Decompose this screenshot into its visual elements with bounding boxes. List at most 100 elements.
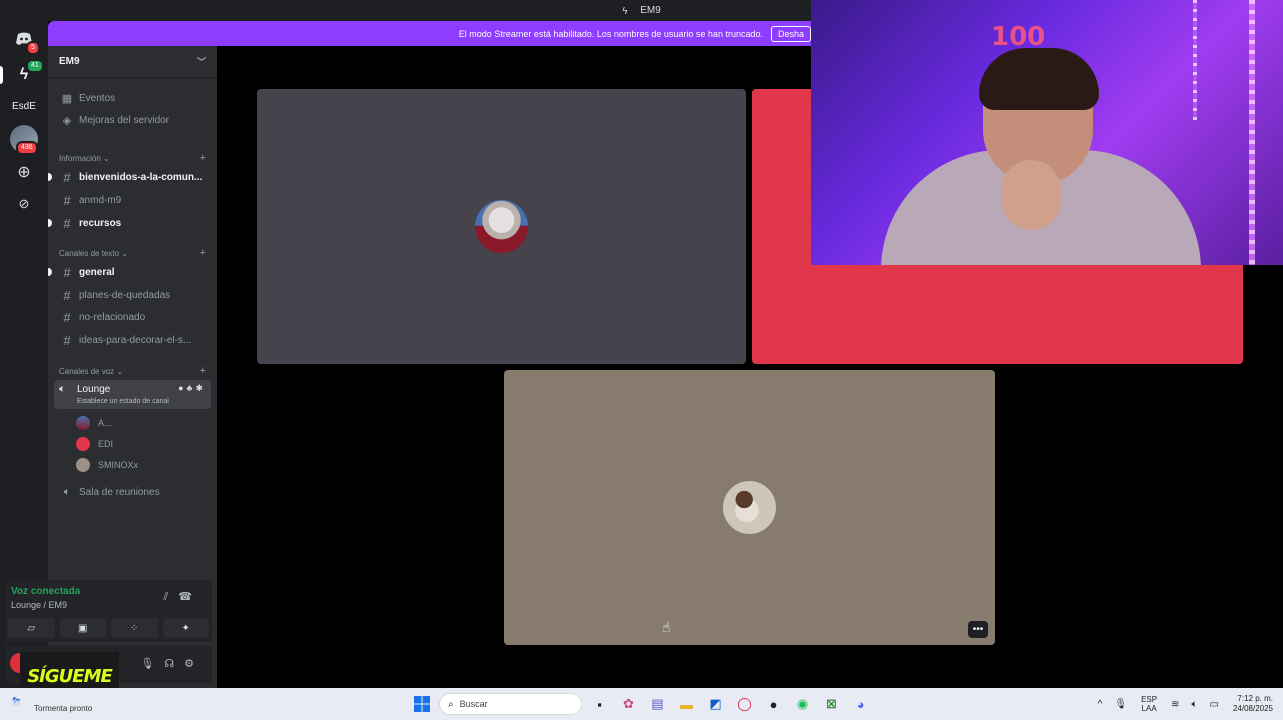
gear-icon[interactable]: ✱	[195, 383, 206, 393]
xbox-button[interactable]: ⊠	[820, 693, 843, 716]
voice-channel-status[interactable]: Establece un estado de canal	[77, 398, 169, 405]
chevron-down-icon: ⌄	[116, 366, 124, 376]
discord-taskbar-button[interactable]: ◕	[849, 693, 872, 716]
category-text-channels[interactable]: Canales de texto ⌄ +	[48, 245, 217, 261]
voice-connected-location[interactable]: Lounge / EM9	[11, 600, 67, 610]
server-em9[interactable]: ϟ 41	[10, 59, 44, 89]
camera-button[interactable]: ▱	[8, 618, 55, 638]
video-tile[interactable]	[257, 89, 746, 364]
led-lights	[1193, 0, 1197, 120]
calendar-icon: ▦	[61, 92, 73, 105]
windows-logo-icon	[413, 696, 430, 712]
voice-connected-status[interactable]: Voz conectada	[11, 586, 80, 597]
explore-button[interactable]: ⊘	[10, 190, 38, 218]
channel-no-relacionado[interactable]: # no-relacionado	[48, 307, 217, 327]
hash-icon: #	[63, 264, 71, 280]
avatar	[723, 481, 776, 534]
sidebar-item-label: Mejoras del servidor	[79, 114, 170, 126]
volume-icon[interactable]: 🔈︎	[1192, 699, 1198, 710]
editor-app-button[interactable]: ◩	[704, 693, 727, 716]
language-indicator[interactable]: ESP LAA	[1141, 695, 1157, 713]
app-button[interactable]: ●	[762, 693, 785, 716]
category-label: Canales de texto	[59, 248, 120, 258]
voice-channel-lounge[interactable]: 🔈︎ Lounge Establece un estado de canal ●…	[54, 380, 211, 409]
disable-streamer-mode-button[interactable]: Desha	[770, 25, 811, 42]
channel-name: ideas-para-decorar-el-s...	[79, 334, 192, 346]
channel-name: recursos	[79, 217, 122, 229]
chevron-up-icon[interactable]: ^	[1098, 699, 1103, 710]
more-options-button[interactable]: •••	[968, 621, 988, 638]
channel-anmd-m9[interactable]: # anmd-m9	[48, 190, 217, 210]
chat-icon[interactable]: ●	[178, 383, 186, 393]
channel-recursos[interactable]: # recursos	[48, 213, 217, 233]
microphone-icon[interactable]: 🎙︎	[1114, 699, 1127, 710]
direct-messages-button[interactable]: 5	[10, 25, 40, 55]
window-title: EM9	[640, 5, 661, 16]
activities-button[interactable]: ⁘	[111, 618, 158, 638]
avatar	[76, 416, 90, 430]
copilot-button[interactable]: ✿	[617, 693, 640, 716]
channel-bienvenidos[interactable]: # bienvenidos-a-la-comun...	[48, 167, 217, 187]
spotify-button[interactable]: ◉	[791, 693, 814, 716]
hash-icon: #	[63, 215, 71, 231]
weather-icon[interactable]: ⛈︎	[12, 696, 21, 709]
voice-user-name: SMINOXx	[98, 460, 139, 470]
file-explorer-button[interactable]: ▬	[675, 693, 698, 716]
clock[interactable]: 7:12 p. m. 24/08/2025	[1233, 694, 1273, 714]
opera-button[interactable]: ◯	[733, 693, 756, 716]
category-info[interactable]: Información ⌄ +	[48, 150, 217, 166]
microphone-icon[interactable]: 🎙︎	[140, 658, 164, 670]
channel-name: anmd-m9	[79, 194, 122, 206]
weather-text[interactable]: Tormenta pronto	[34, 704, 92, 713]
voice-user[interactable]: SMINOXx	[76, 456, 138, 474]
app-window: ϟ EM9 5 ϟ 41 EsdE 436 ⊕ ⊘ El modo Stream…	[0, 0, 1283, 720]
compass-icon: ⊘	[18, 196, 30, 211]
server-logo-icon: ϟ	[622, 5, 628, 17]
add-server-button[interactable]: ⊕	[10, 158, 38, 186]
sidebar-item-events[interactable]: ▦ Eventos	[48, 88, 217, 108]
screen-share-icon: ▣	[78, 622, 88, 634]
voice-channel-actions[interactable]: ●♣✱	[178, 383, 206, 394]
add-channel-icon[interactable]: +	[200, 152, 206, 164]
channel-name: no-relacionado	[79, 311, 146, 323]
voice-user[interactable]: A...	[76, 414, 112, 432]
taskbar-search[interactable]: ⌕ Buscar	[439, 693, 582, 715]
start-button[interactable]	[410, 693, 433, 716]
wifi-icon[interactable]: ≋	[1171, 699, 1179, 710]
noise-suppression-icon[interactable]: ⫽	[163, 591, 178, 603]
category-label: Información	[59, 153, 101, 163]
voice-channel-sala-de-reuniones[interactable]: 🔈︎ Sala de reuniones	[48, 482, 217, 502]
voice-channel-name: Sala de reuniones	[79, 486, 160, 498]
channel-ideas-para-decorar[interactable]: # ideas-para-decorar-el-s...	[48, 330, 217, 350]
server-3[interactable]: 436	[10, 125, 38, 155]
voice-panel-actions: ⫽☎	[163, 590, 202, 604]
chevron-down-icon: ﹀	[196, 57, 206, 67]
disconnect-icon[interactable]: ☎	[178, 591, 202, 603]
avatar	[76, 458, 90, 472]
add-channel-icon[interactable]: +	[200, 247, 206, 259]
teams-button[interactable]: ▤	[646, 693, 669, 716]
task-view-button[interactable]: ▪	[588, 693, 611, 716]
sidebar-item-boosts[interactable]: ◈ Mejoras del servidor	[48, 110, 217, 130]
channel-name: bienvenidos-a-la-comun...	[79, 171, 203, 183]
add-channel-icon[interactable]: +	[200, 365, 206, 377]
video-tile[interactable]: •••	[504, 370, 995, 645]
headphones-icon[interactable]: ☊	[164, 658, 184, 670]
category-voice-channels[interactable]: Canales de voz ⌄ +	[48, 363, 217, 379]
voice-channel-name: Lounge	[77, 384, 111, 395]
server-header[interactable]: EM9 ﹀	[48, 46, 217, 78]
sigueme-text: SÍGUEME	[27, 665, 113, 687]
soundboard-button[interactable]: ✦	[162, 618, 209, 638]
channel-planes-de-quedadas[interactable]: # planes-de-quedadas	[48, 285, 217, 305]
screen-share-button[interactable]: ▣	[59, 618, 106, 638]
spotify-icon: ◉	[796, 696, 809, 711]
gear-icon[interactable]: ⚙	[184, 658, 204, 670]
led-lights	[1249, 0, 1255, 265]
activities-icon: ⁘	[130, 622, 139, 634]
voice-user[interactable]: EDI	[76, 435, 113, 453]
battery-icon[interactable]: ▭	[1210, 699, 1219, 710]
channel-general[interactable]: # general	[48, 262, 217, 282]
windows-taskbar: ⛈︎ Tormenta pronto ⌕ Buscar ▪ ✿ ▤ ▬ ◩ ◯ …	[0, 688, 1283, 720]
camera-off-icon: ▱	[27, 622, 36, 634]
clock-date: 24/08/2025	[1232, 704, 1273, 713]
